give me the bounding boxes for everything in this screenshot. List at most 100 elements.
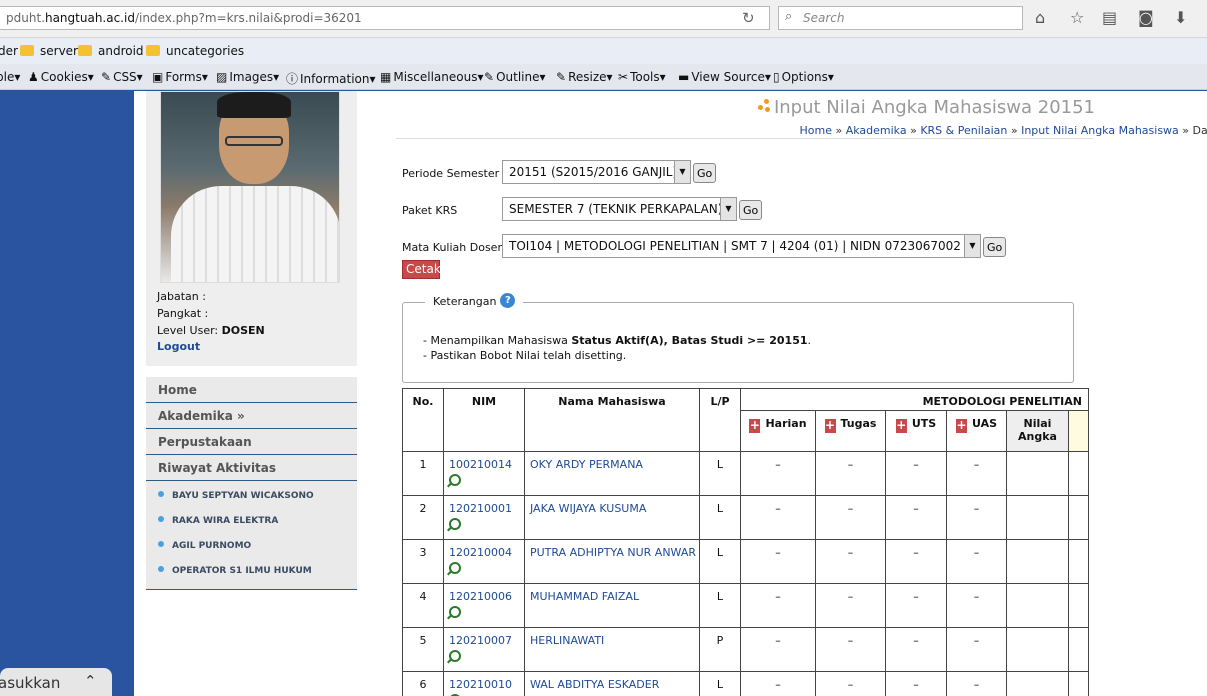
print-button[interactable]: Cetak bbox=[402, 260, 441, 279]
folder-icon bbox=[78, 45, 92, 56]
list-item[interactable]: AGIL PURNOMO bbox=[146, 533, 357, 558]
student-name-link[interactable]: OKY ARDY PERMANA bbox=[524, 451, 700, 496]
input-tray[interactable]: asukkan ⌃ bbox=[0, 668, 112, 696]
student-name-link[interactable]: PUTRA ADHIPTYA NUR ANWAR bbox=[524, 539, 700, 584]
dev-menu-resize[interactable]: ✎ Resize▾ bbox=[556, 70, 613, 84]
breadcrumb-home[interactable]: Home bbox=[799, 124, 831, 137]
list-item[interactable]: BAYU SEPTYAN WICAKSONO bbox=[146, 483, 357, 508]
nilai-cell[interactable] bbox=[1006, 627, 1069, 672]
list-item[interactable]: RAKA WIRA ELEKTRA bbox=[146, 508, 357, 533]
nim-link[interactable]: 120210007 bbox=[449, 634, 512, 647]
col-uas[interactable]: + UAS bbox=[946, 410, 1007, 452]
paket-select[interactable]: SEMESTER 7 (TEKNIK PERKAPALAN) ▼ bbox=[502, 197, 737, 221]
dev-menu-images[interactable]: ▨ Images▾ bbox=[216, 70, 279, 84]
search-icon: ⌕ bbox=[785, 9, 793, 24]
mk-label: Mata Kuliah Dosen bbox=[402, 241, 505, 254]
bookmarks-bar: der server android uncategories bbox=[0, 38, 1207, 64]
search-input[interactable]: ⌕ Search bbox=[778, 6, 1023, 30]
nilai-cell[interactable] bbox=[1006, 539, 1069, 584]
breadcrumb-krs[interactable]: KRS & Penilaian bbox=[920, 124, 1007, 137]
list-item[interactable]: OPERATOR S1 ILMU HUKUM bbox=[146, 558, 357, 583]
bullet-icon bbox=[158, 541, 164, 547]
student-name-link[interactable]: MUHAMMAD FAIZAL bbox=[524, 583, 700, 628]
nim-link[interactable]: 120210010 bbox=[449, 678, 512, 691]
periode-go-button[interactable]: Go bbox=[693, 163, 717, 183]
nim-link[interactable]: 120210006 bbox=[449, 590, 512, 603]
dev-menu-outline[interactable]: ✎ Outline▾ bbox=[484, 70, 546, 84]
url-text: pduht.hangtuah.ac.id/index.php?m=krs.nil… bbox=[6, 11, 362, 25]
nilai-cell[interactable] bbox=[1006, 583, 1069, 628]
dev-menu-disable[interactable]: ble▾ bbox=[0, 70, 20, 84]
nim-link[interactable]: 120210004 bbox=[449, 546, 512, 559]
periode-select[interactable]: 20151 (S2015/2016 GANJIL) ▼ bbox=[502, 160, 691, 184]
dropdown-arrow-icon: ▼ bbox=[674, 161, 690, 183]
col-nama: Nama Mahasiswa bbox=[524, 388, 700, 452]
student-name-link[interactable]: JAKA WIJAYA KUSUMA bbox=[524, 495, 700, 540]
dev-menu-options[interactable]: ▯ Options▾ bbox=[773, 70, 834, 84]
col-tugas[interactable]: + Tugas bbox=[815, 410, 886, 452]
zoom-icon[interactable] bbox=[449, 606, 461, 618]
help-icon[interactable]: ? bbox=[500, 293, 516, 308]
sidebar-menu: Home Akademika » Perpustakaan Riwayat Ak… bbox=[146, 377, 357, 590]
matakuliah-select[interactable]: TOI104 | METODOLOGI PENELITIAN | SMT 7 |… bbox=[502, 234, 981, 258]
breadcrumb-input-nilai[interactable]: Input Nilai Angka Mahasiswa bbox=[1021, 124, 1179, 137]
nilai-cell[interactable] bbox=[1006, 671, 1069, 696]
mk-go-button[interactable]: Go bbox=[983, 237, 1007, 257]
main-content: Input Nilai Angka Mahasiswa 20151 Home »… bbox=[366, 91, 1207, 696]
student-name-link[interactable]: WAL ABDITYA ESKADER bbox=[524, 671, 700, 696]
bookmark-item[interactable]: der bbox=[0, 44, 18, 58]
pocket-icon[interactable]: ◙ bbox=[1138, 8, 1154, 27]
table-row: 4 120210006 MUHAMMAD FAIZAL L – – – – bbox=[402, 583, 1089, 628]
bullet-icon bbox=[158, 491, 164, 497]
plus-icon: + bbox=[749, 418, 761, 433]
star-icon[interactable]: ☆ bbox=[1070, 8, 1084, 27]
logout-link[interactable]: Logout bbox=[157, 340, 200, 353]
zoom-icon[interactable] bbox=[449, 650, 461, 662]
nim-link[interactable]: 100210014 bbox=[449, 458, 512, 471]
dev-menu-information[interactable]: ⓘ Information▾ bbox=[286, 70, 376, 87]
breadcrumb-akademika[interactable]: Akademika bbox=[846, 124, 907, 137]
nim-link[interactable]: 120210001 bbox=[449, 502, 512, 515]
note-line-1: - Menampilkan Mahasiswa Status Aktif(A),… bbox=[423, 334, 812, 347]
bookmark-android[interactable]: android bbox=[78, 44, 144, 58]
table-row: 6 120210010 WAL ABDITYA ESKADER L – – – … bbox=[402, 671, 1089, 696]
dev-menu-css[interactable]: ✎ CSS▾ bbox=[101, 70, 143, 84]
home-icon[interactable]: ⌂ bbox=[1035, 8, 1045, 27]
col-harian[interactable]: + Harian bbox=[740, 410, 816, 452]
col-extra bbox=[1068, 410, 1089, 452]
paket-go-button[interactable]: Go bbox=[739, 200, 763, 220]
col-uts[interactable]: + UTS bbox=[885, 410, 947, 452]
sidebar-item-perpustakaan[interactable]: Perpustakaan bbox=[146, 429, 357, 455]
zoom-icon[interactable] bbox=[449, 518, 461, 530]
dev-menu-forms[interactable]: ▣ Forms▾ bbox=[152, 70, 208, 84]
dropdown-arrow-icon: ▼ bbox=[964, 235, 980, 257]
address-bar[interactable]: pduht.hangtuah.ac.id/index.php?m=krs.nil… bbox=[0, 6, 770, 30]
col-lp: L/P bbox=[699, 388, 741, 452]
dev-menu-tools[interactable]: ✂ Tools▾ bbox=[618, 70, 666, 84]
periode-label: Periode Semester bbox=[402, 167, 500, 180]
chevron-up-icon[interactable]: ⌃ bbox=[84, 672, 97, 690]
page: Jabatan : Pangkat : Level User: DOSEN Lo… bbox=[134, 91, 1207, 696]
student-name-link[interactable]: HERLINAWATI bbox=[524, 627, 700, 672]
sidebar-item-home[interactable]: Home bbox=[146, 377, 357, 403]
nilai-cell[interactable] bbox=[1006, 451, 1069, 496]
pangkat-label: Pangkat : bbox=[157, 307, 209, 320]
reload-icon[interactable]: ↻ bbox=[742, 9, 755, 27]
nilai-cell[interactable] bbox=[1006, 495, 1069, 540]
bullet-icon bbox=[158, 566, 164, 572]
bookmark-server[interactable]: server bbox=[20, 44, 78, 58]
dev-menu-view-source[interactable]: ▬ View Source▾ bbox=[678, 70, 771, 84]
bookmark-uncategories[interactable]: uncategories bbox=[146, 44, 244, 58]
sidebar-item-akademika[interactable]: Akademika » bbox=[146, 403, 357, 429]
download-icon[interactable]: ⬇ bbox=[1174, 8, 1187, 27]
dev-menu-cookies[interactable]: ♟ Cookies▾ bbox=[28, 70, 94, 84]
source-icon: ▬ bbox=[678, 70, 690, 84]
zoom-icon[interactable] bbox=[449, 562, 461, 574]
bookmarks-list-icon[interactable]: ▤ bbox=[1102, 8, 1117, 27]
zoom-icon[interactable] bbox=[449, 474, 461, 486]
dev-menu-misc[interactable]: ▦ Miscellaneous▾ bbox=[380, 70, 484, 84]
profile-photo bbox=[160, 91, 340, 283]
plus-icon: + bbox=[895, 418, 907, 433]
image-icon: ▨ bbox=[216, 70, 228, 84]
sidebar-item-riwayat: Riwayat Aktivitas bbox=[146, 455, 357, 481]
